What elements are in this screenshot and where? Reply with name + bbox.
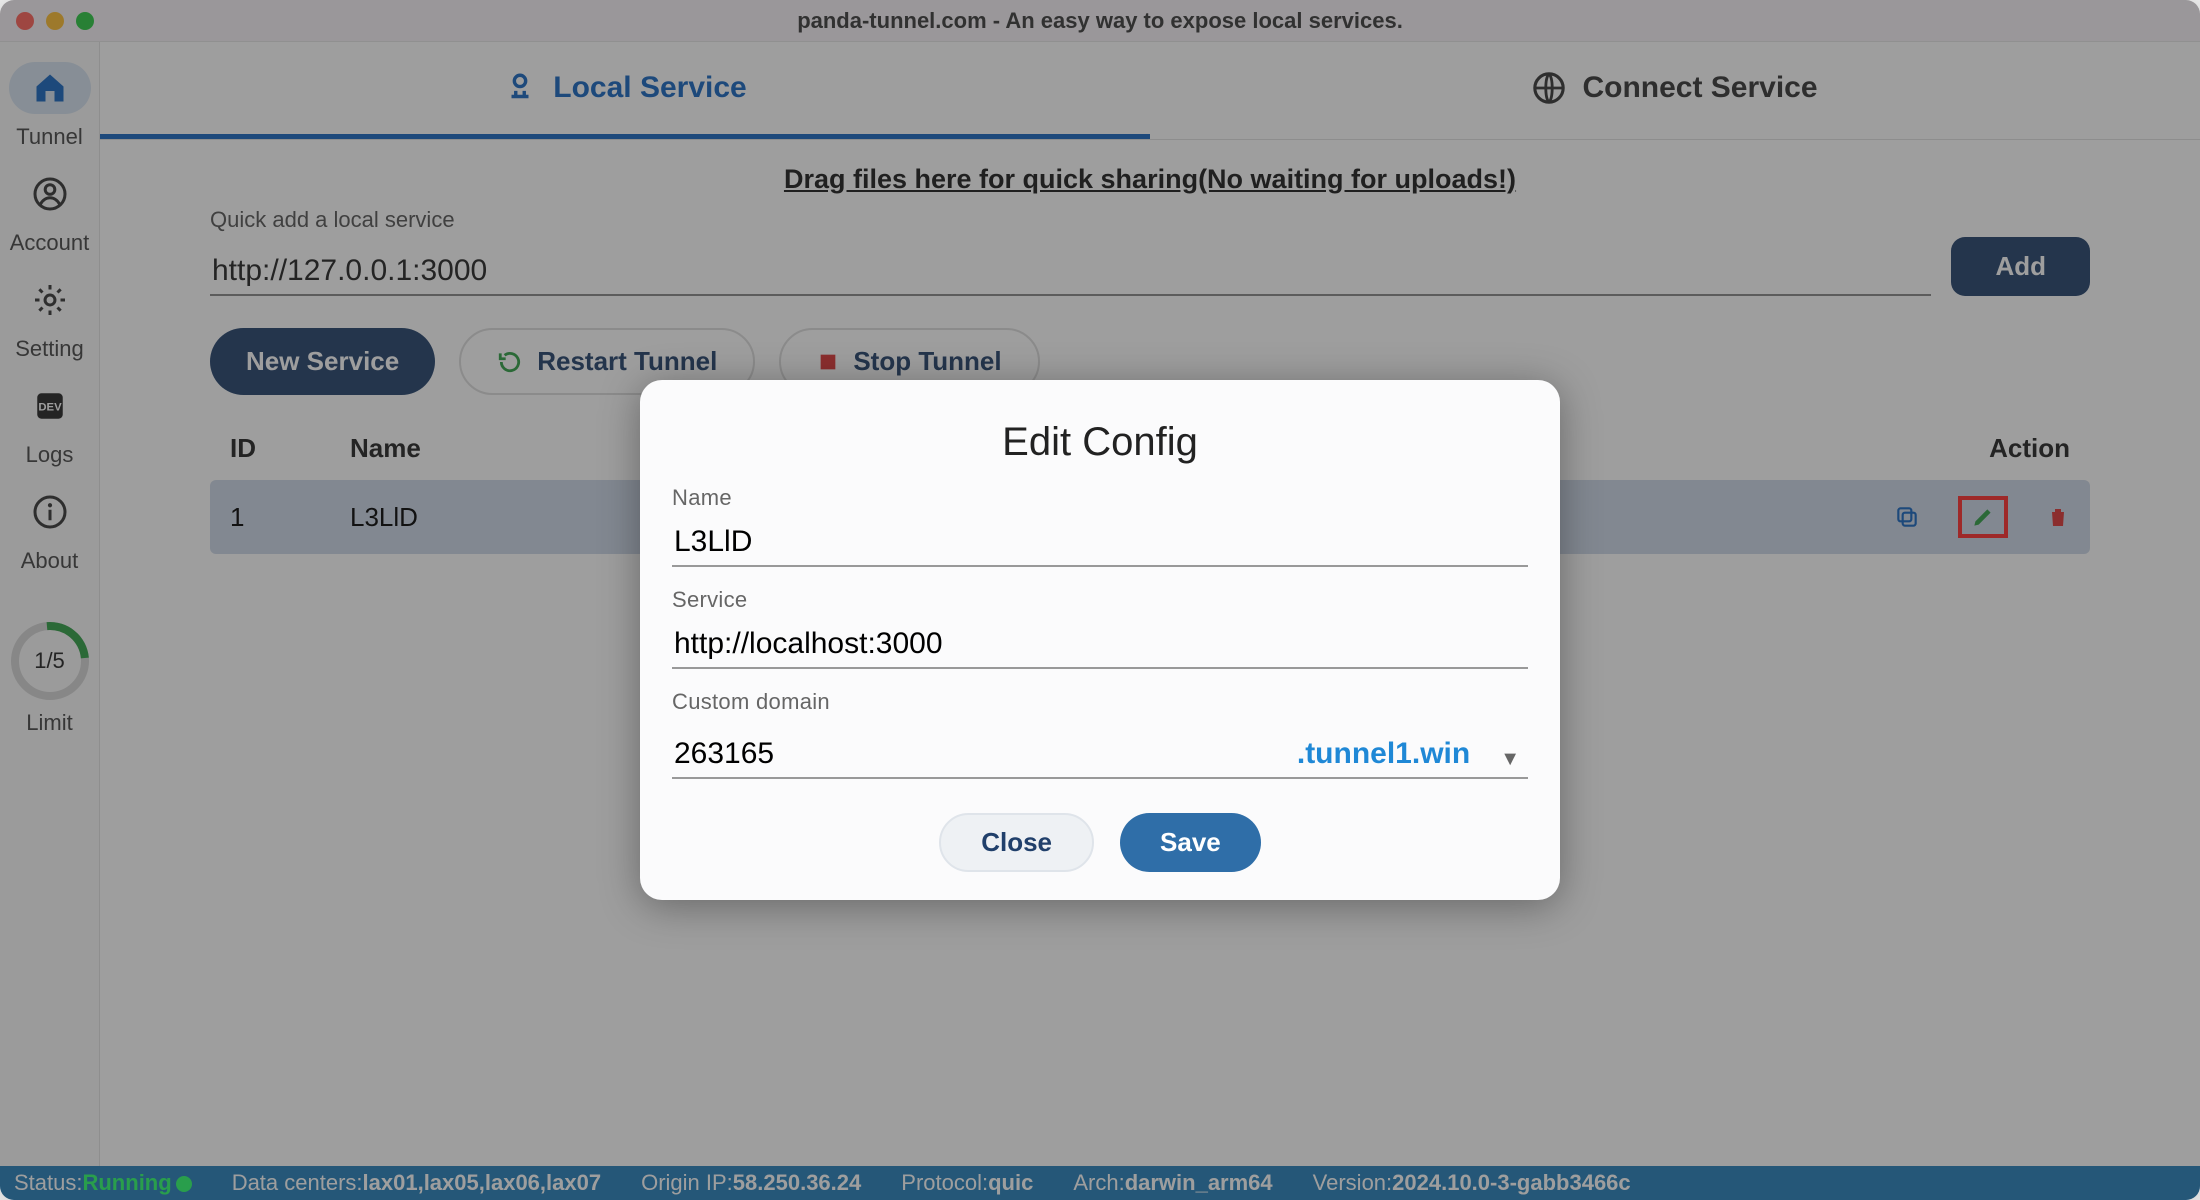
- name-field[interactable]: [672, 519, 1528, 567]
- modal-overlay[interactable]: Edit Config Name Service Custom domain .…: [0, 0, 2200, 1200]
- close-button[interactable]: Close: [939, 813, 1094, 872]
- custom-domain-row: .tunnel1.win ▼: [672, 731, 1528, 779]
- custom-domain-field[interactable]: [674, 737, 1285, 771]
- field-label-name: Name: [672, 485, 1528, 511]
- save-button[interactable]: Save: [1120, 813, 1261, 872]
- field-label-service: Service: [672, 587, 1528, 613]
- field-label-custom-domain: Custom domain: [672, 689, 1528, 715]
- service-field[interactable]: [672, 621, 1528, 669]
- modal-title: Edit Config: [672, 420, 1528, 465]
- domain-suffix-select[interactable]: .tunnel1.win: [1297, 737, 1470, 771]
- app-window: panda-tunnel.com - An easy way to expose…: [0, 0, 2200, 1200]
- modal-actions: Close Save: [672, 813, 1528, 872]
- edit-config-modal: Edit Config Name Service Custom domain .…: [640, 380, 1560, 900]
- chevron-down-icon[interactable]: ▼: [1500, 748, 1520, 771]
